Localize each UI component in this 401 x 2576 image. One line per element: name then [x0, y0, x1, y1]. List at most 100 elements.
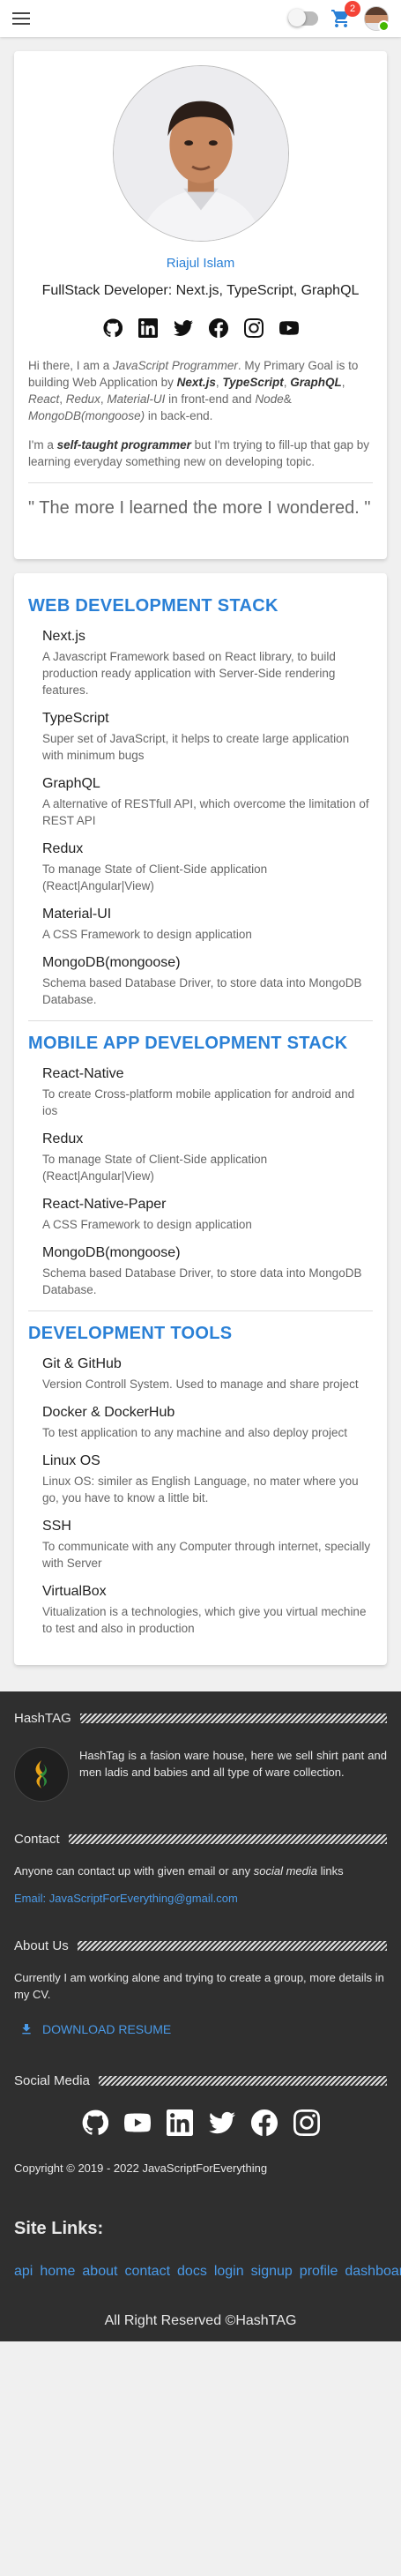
- stack-item-title: Next.js: [42, 629, 85, 644]
- site-link-login[interactable]: login: [214, 2264, 244, 2279]
- stack-item-title: Docker & DockerHub: [42, 1405, 175, 1420]
- stack-list: Git & GitHub Version Controll System. Use…: [28, 1356, 373, 1637]
- stack-item-description: To create Cross-platform mobile applicat…: [42, 1087, 355, 1117]
- hashtag-logo: [14, 1747, 69, 1802]
- stack-item-title: React-Native-Paper: [42, 1197, 167, 1212]
- stack-item: VirtualBox Vitualization is a technologie…: [28, 1584, 373, 1637]
- profile-tagline: FullStack Developer: Next.js, TypeScript…: [41, 283, 360, 298]
- footer-heading-label: Social Media: [14, 2073, 90, 2088]
- copyright-text: Copyright © 2019 - 2022 JavaScriptForEve…: [14, 2162, 268, 2175]
- stack-list: React-Native To create Cross-platform mob…: [28, 1066, 373, 1298]
- stack-item: Material-UI A CSS Framework to design app…: [28, 907, 373, 943]
- stack-list: Next.js A Javascript Framework based on R…: [28, 629, 373, 1008]
- site-link-about[interactable]: about: [82, 2264, 117, 2279]
- instagram-icon[interactable]: [293, 2109, 320, 2140]
- profile-photo: [112, 65, 289, 242]
- contact-email-link[interactable]: Email: JavaScriptForEverything@gmail.com: [14, 1892, 387, 1905]
- site-link-profile[interactable]: profile: [300, 2264, 338, 2279]
- app-bar: 2: [0, 0, 401, 37]
- profile-quote: " The more I learned the more I wondered…: [28, 498, 371, 518]
- stack-item-description: Vitualization is a technologies, which g…: [42, 1605, 367, 1635]
- linkedin-icon[interactable]: [166, 2109, 193, 2140]
- site-link-docs[interactable]: docs: [177, 2264, 207, 2279]
- twitter-icon[interactable]: [173, 318, 193, 338]
- stack-item: Docker & DockerHub To test application to…: [28, 1405, 373, 1441]
- heading-stripes: [98, 2076, 387, 2086]
- divider: [28, 1310, 373, 1311]
- heading-stripes: [77, 1941, 387, 1951]
- footer-heading-label: Contact: [14, 1832, 60, 1847]
- stack-item-description: To communicate with any Computer through…: [42, 1540, 371, 1570]
- profile-name: Riajul Islam: [166, 256, 235, 271]
- stack-item-title: Git & GitHub: [42, 1356, 122, 1371]
- stack-item-title: Redux: [42, 841, 84, 856]
- twitter-icon[interactable]: [208, 2109, 235, 2140]
- site-link-home[interactable]: home: [40, 2264, 75, 2279]
- menu-icon[interactable]: [12, 12, 30, 25]
- youtube-icon[interactable]: [278, 318, 299, 338]
- instagram-icon[interactable]: [243, 318, 264, 338]
- linkedin-icon[interactable]: [137, 318, 158, 338]
- stack-item-title: VirtualBox: [42, 1584, 107, 1599]
- stack-section-mobile: MOBILE APP DEVELOPMENT STACK React-Nativ…: [28, 1034, 373, 1298]
- contact-text: Anyone can contact up with given email o…: [14, 1864, 344, 1878]
- stack-section-tools: DEVELOPMENT TOOLS Git & GitHub Version Co…: [28, 1324, 373, 1637]
- footer: HashTAG HashTag is a fasion ware house, …: [0, 1691, 401, 2341]
- profile-card: Riajul Islam FullStack Developer: Next.j…: [14, 51, 387, 559]
- footer-social-heading: Social Media: [14, 2073, 387, 2088]
- stack-item: SSH To communicate with any Computer thro…: [28, 1519, 373, 1572]
- site-link-dashboard[interactable]: dashboard: [345, 2264, 401, 2279]
- footer-heading-label: About Us: [14, 1938, 69, 1953]
- download-icon: [22, 2024, 31, 2035]
- stack-item-description: A alternative of RESTfull API, which ove…: [42, 797, 369, 827]
- stack-item-description: Super set of JavaScript, it helps to cre…: [42, 732, 350, 762]
- theme-toggle[interactable]: [288, 9, 318, 26]
- github-icon[interactable]: [82, 2109, 108, 2140]
- stack-item-title: Redux: [42, 1131, 84, 1146]
- site-link-contact[interactable]: contact: [124, 2264, 170, 2279]
- divider: [28, 1020, 373, 1021]
- stack-item: Linux OS Linux OS: similer as English Lan…: [28, 1453, 373, 1506]
- stack-item-title: Material-UI: [42, 907, 112, 922]
- stack-item-title: MongoDB(mongoose): [42, 955, 181, 970]
- heading-stripes: [68, 1834, 387, 1844]
- stack-item-description: A CSS Framework to design application: [42, 928, 252, 941]
- avatar[interactable]: [364, 6, 390, 32]
- footer-about-heading: About Us: [14, 1938, 387, 1953]
- cart-button[interactable]: 2: [330, 1, 360, 29]
- youtube-icon[interactable]: [123, 2109, 151, 2140]
- stack-item-description: Schema based Database Driver, to store d…: [42, 976, 362, 1006]
- github-icon[interactable]: [102, 318, 123, 338]
- profile-social-links: [28, 318, 373, 338]
- stack-item-title: React-Native: [42, 1066, 124, 1081]
- hashtag-description: HashTag is a fasion ware house, here we …: [79, 1749, 387, 1779]
- site-links-title: Site Links:: [14, 2219, 104, 2238]
- stack-item-description: A CSS Framework to design application: [42, 1218, 252, 1231]
- stacks-card: WEB DEVELOPMENT STACK Next.js A Javascrip…: [14, 573, 387, 1665]
- stack-item: Redux To manage State of Client-Side appl…: [28, 1131, 373, 1184]
- download-resume-button[interactable]: DOWNLOAD RESUME: [14, 2022, 387, 2036]
- stack-item-title: SSH: [42, 1519, 71, 1534]
- facebook-icon[interactable]: [208, 318, 228, 338]
- site-link-signup[interactable]: signup: [251, 2264, 293, 2279]
- stack-section-web: WEB DEVELOPMENT STACK Next.js A Javascrip…: [28, 596, 373, 1008]
- footer-heading-label: HashTAG: [14, 1711, 71, 1726]
- stack-item: MongoDB(mongoose) Schema based Database D…: [28, 955, 373, 1008]
- stack-item: Next.js A Javascript Framework based on R…: [28, 629, 373, 698]
- footer-hashtag-heading: HashTAG: [14, 1711, 387, 1726]
- facebook-icon[interactable]: [250, 2109, 278, 2140]
- about-text: Currently I am working alone and trying …: [14, 1971, 384, 2001]
- divider: [28, 482, 373, 483]
- profile-bio-secondary: I'm a self-taught programmer but I'm try…: [28, 438, 370, 468]
- stack-item: React-Native-Paper A CSS Framework to des…: [28, 1197, 373, 1233]
- cart-count-badge: 2: [345, 1, 360, 17]
- section-title: WEB DEVELOPMENT STACK: [28, 596, 278, 616]
- section-title: DEVELOPMENT TOOLS: [28, 1324, 233, 1343]
- stack-item-description: To test application to any machine and a…: [42, 1426, 347, 1439]
- stack-item-description: Schema based Database Driver, to store d…: [42, 1266, 362, 1296]
- all-rights-reserved: All Right Reserved ©HashTAG: [104, 2313, 297, 2328]
- stack-item-description: To manage State of Client-Side applicati…: [42, 1153, 268, 1183]
- stack-item-title: TypeScript: [42, 711, 109, 726]
- stack-item-title: GraphQL: [42, 776, 100, 791]
- site-link-api[interactable]: api: [14, 2264, 33, 2279]
